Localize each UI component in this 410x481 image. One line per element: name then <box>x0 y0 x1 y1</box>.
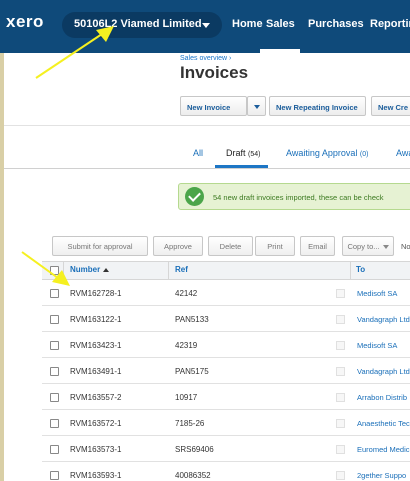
column-header-number[interactable]: Number <box>70 265 110 274</box>
contact-flag-box <box>336 471 345 480</box>
column-header-to[interactable]: To <box>356 265 365 274</box>
invoice-number-cell[interactable]: RVM163423-1 <box>70 341 121 350</box>
contact-cell[interactable]: Arrabon Distrib <box>357 393 407 402</box>
reference-cell: PAN5133 <box>175 315 209 324</box>
column-header-label: Number <box>70 265 101 274</box>
invoice-number-cell[interactable]: RVM163557-2 <box>70 393 121 402</box>
row-checkbox[interactable] <box>50 393 59 402</box>
reference-cell: SRS69406 <box>175 445 214 454</box>
chevron-down-icon <box>254 105 260 109</box>
nav-sales[interactable]: Sales <box>266 18 295 30</box>
reference-cell: 42142 <box>175 289 198 298</box>
tab-count: (0) <box>359 151 369 158</box>
column-separator <box>168 261 169 280</box>
print-button[interactable]: Print <box>255 236 295 256</box>
copy-to-button[interactable]: Copy to... <box>342 236 394 256</box>
invoice-number-cell[interactable]: RVM163593-1 <box>70 471 121 480</box>
row-checkbox[interactable] <box>50 315 59 324</box>
contact-flag-box <box>336 367 345 376</box>
contact-flag-box <box>336 289 345 298</box>
reference-cell: 42319 <box>175 341 198 350</box>
nav-home[interactable]: Home <box>232 18 263 30</box>
email-button[interactable]: Email <box>300 236 335 256</box>
tab-label: All <box>193 148 204 158</box>
left-edge-strip <box>0 53 4 481</box>
tab-all[interactable]: All <box>193 148 203 158</box>
table-row[interactable]: RVM163491-1 PAN5175 Vandagraph Ltd <box>42 358 410 384</box>
row-checkbox[interactable] <box>50 367 59 376</box>
contact-cell[interactable]: Medisoft SA <box>357 341 397 350</box>
nav-reporting[interactable]: Reporting <box>370 18 410 30</box>
annotation-arrow-icon <box>35 26 114 79</box>
contact-flag-box <box>336 419 345 428</box>
contact-cell[interactable]: 2gether Suppo <box>357 471 406 480</box>
row-checkbox[interactable] <box>50 445 59 454</box>
contact-cell[interactable]: Vandagraph Ltd <box>357 367 410 376</box>
tab-awaiting-approval[interactable]: Awaiting Approval (0) <box>286 148 368 158</box>
reference-cell: 10917 <box>175 393 198 402</box>
no-items-selected-text: No <box>401 242 410 251</box>
tab-label: Draft <box>226 148 246 158</box>
table-row[interactable]: RVM163593-1 40086352 2gether Suppo <box>42 462 410 481</box>
active-nav-indicator <box>260 49 300 53</box>
contact-cell[interactable]: Anaesthetic Tec <box>357 419 410 428</box>
header-divider <box>4 125 410 126</box>
new-repeating-invoice-button[interactable]: New Repeating Invoice <box>269 96 366 116</box>
column-header-ref[interactable]: Ref <box>175 265 188 274</box>
contact-cell[interactable]: Euromed Medic <box>357 445 410 454</box>
contact-flag-box <box>336 393 345 402</box>
table-row[interactable]: RVM163573-1 SRS69406 Euromed Medic <box>42 436 410 462</box>
success-message-text: 54 new draft invoices imported, these ca… <box>213 193 384 202</box>
delete-button[interactable]: Delete <box>208 236 253 256</box>
row-checkbox[interactable] <box>50 341 59 350</box>
tab-awaiting-payment[interactable]: Awa <box>396 148 410 158</box>
table-row[interactable]: RVM163423-1 42319 Medisoft SA <box>42 332 410 358</box>
approve-button[interactable]: Approve <box>153 236 203 256</box>
invoice-number-cell[interactable]: RVM163572-1 <box>70 419 121 428</box>
tabs-divider <box>4 168 410 169</box>
invoice-number-cell[interactable]: RVM162728-1 <box>70 289 121 298</box>
row-checkbox[interactable] <box>50 419 59 428</box>
contact-flag-box <box>336 445 345 454</box>
table-row[interactable]: RVM163572-1 7185-26 Anaesthetic Tec <box>42 410 410 436</box>
invoice-number-cell[interactable]: RVM163573-1 <box>70 445 121 454</box>
sort-ascending-icon <box>103 267 110 272</box>
invoice-number-cell[interactable]: RVM163491-1 <box>70 367 121 376</box>
contact-flag-box <box>336 315 345 324</box>
new-credit-note-button[interactable]: New Cre <box>371 96 410 116</box>
tab-count: (54) <box>248 151 261 158</box>
tab-label: Awa <box>396 148 410 158</box>
copy-to-label: Copy to... <box>347 242 380 251</box>
column-separator <box>350 261 351 280</box>
table-row[interactable]: RVM162728-1 42142 Medisoft SA <box>42 280 410 306</box>
page-title: Invoices <box>180 63 249 82</box>
annotation-arrow-icon <box>21 251 70 286</box>
tab-label: Awaiting Approval <box>286 148 358 158</box>
new-invoice-dropdown-button[interactable] <box>247 96 266 116</box>
nav-purchases[interactable]: Purchases <box>308 18 364 30</box>
contact-cell[interactable]: Medisoft SA <box>357 289 397 298</box>
table-row[interactable]: RVM163122-1 PAN5133 Vandagraph Ltd <box>42 306 410 332</box>
table-row[interactable]: RVM163557-2 10917 Arrabon Distrib <box>42 384 410 410</box>
contact-flag-box <box>336 341 345 350</box>
reference-cell: PAN5175 <box>175 367 209 376</box>
breadcrumb[interactable]: Sales overview › <box>180 55 231 62</box>
reference-cell: 7185-26 <box>175 419 205 428</box>
tab-draft[interactable]: Draft (54) <box>226 148 260 158</box>
chevron-down-icon <box>202 23 210 28</box>
check-circle-icon <box>185 187 204 206</box>
row-checkbox[interactable] <box>50 471 59 480</box>
reference-cell: 40086352 <box>175 471 211 480</box>
chevron-down-icon <box>382 245 389 250</box>
import-success-message: 54 new draft invoices imported, these ca… <box>178 183 410 210</box>
contact-cell[interactable]: Vandagraph Ltd <box>357 315 410 324</box>
invoice-number-cell[interactable]: RVM163122-1 <box>70 315 121 324</box>
new-invoice-button[interactable]: New Invoice <box>180 96 247 116</box>
